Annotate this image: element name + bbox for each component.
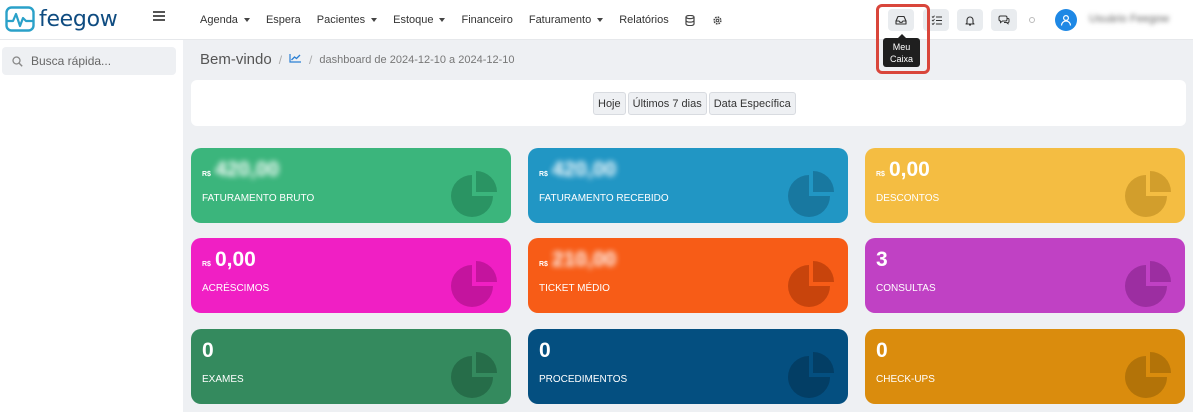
stat-value: 0: [876, 339, 888, 362]
pie-chart-icon: [1125, 261, 1171, 307]
stat-label: Ticket Médio: [539, 283, 610, 294]
stat-value: 0,00: [888, 158, 930, 181]
chart-line-icon[interactable]: [289, 53, 302, 66]
stat-label: Exames: [202, 374, 244, 385]
stat-card-ticket-medio[interactable]: R$ 210,00 Ticket Médio: [528, 238, 848, 313]
currency-symbol: R$: [539, 171, 548, 178]
nav-pacientes[interactable]: Pacientes: [317, 14, 378, 26]
chevron-down-icon: [597, 18, 604, 22]
date-filter-panel: Hoje Últimos 7 dias Data Específica: [191, 80, 1186, 126]
quick-search[interactable]: [2, 47, 176, 75]
currency-symbol: R$: [202, 171, 211, 178]
nav-faturamento[interactable]: Faturamento: [529, 14, 604, 26]
currency-symbol: R$: [539, 261, 548, 268]
breadcrumb-separator: /: [309, 52, 313, 67]
pie-chart-icon: [788, 261, 834, 307]
pie-chart-icon: [1125, 352, 1171, 398]
stat-card-exames[interactable]: 0 Exames: [191, 329, 511, 404]
pie-chart-icon: [451, 352, 497, 398]
stat-value: 420,00: [551, 158, 617, 181]
stat-value: 0: [202, 339, 214, 362]
stat-label: Faturamento Recebido: [539, 193, 669, 204]
stat-label: Acréscimos: [202, 283, 270, 294]
avatar[interactable]: [1055, 9, 1077, 31]
currency-symbol: R$: [202, 261, 211, 268]
chevron-down-icon: [371, 18, 378, 22]
stat-value: 420,00: [214, 158, 280, 181]
stat-card-consultas[interactable]: 3 Consultas: [865, 238, 1185, 313]
brand-name: feegow: [39, 6, 118, 32]
stat-label: Faturamento Bruto: [202, 193, 315, 204]
stat-label: Procedimentos: [539, 374, 628, 385]
chat-button[interactable]: [991, 9, 1017, 31]
pie-chart-icon: [451, 261, 497, 307]
stat-value: 210,00: [551, 248, 617, 271]
stat-value-row: R$ 0,00: [876, 158, 930, 182]
nav-estoque[interactable]: Estoque: [393, 14, 446, 26]
currency-symbol: R$: [876, 171, 885, 178]
stat-value: 3: [876, 248, 888, 271]
stat-value-row: 3: [876, 248, 888, 272]
date-filter-group: Hoje Últimos 7 dias Data Específica: [593, 92, 798, 115]
feegow-logo[interactable]: feegow: [5, 6, 118, 32]
page-title: Bem-vindo: [200, 51, 272, 68]
stat-card-descontos[interactable]: R$ 0,00 Descontos: [865, 148, 1185, 223]
breadcrumb-separator: /: [278, 52, 283, 67]
stat-card-faturamento-recebido[interactable]: R$ 420,00 Faturamento Recebido: [528, 148, 848, 223]
list-check-icon: [931, 15, 942, 25]
pie-chart-icon: [1125, 171, 1171, 217]
chevron-down-icon: [439, 18, 446, 22]
pie-chart-icon: [788, 352, 834, 398]
stat-value: 0: [539, 339, 551, 362]
nav-financeiro[interactable]: Financeiro: [461, 14, 512, 26]
sidebar: [0, 40, 183, 412]
nav-relatorios[interactable]: Relatórios: [619, 14, 669, 26]
filter-today-button[interactable]: Hoje: [593, 92, 626, 115]
breadcrumb: Bem-vindo / / dashboard de 2024-12-10 a …: [200, 51, 515, 68]
stat-label: Check-ups: [876, 374, 935, 385]
stat-value-row: 0: [539, 339, 551, 363]
stat-value-row: R$ 210,00: [539, 248, 616, 272]
stat-value-row: R$ 420,00: [539, 158, 616, 182]
database-icon[interactable]: [685, 14, 696, 26]
chat-icon: [998, 15, 1010, 25]
filter-specific-date-button[interactable]: Data Específica: [708, 92, 796, 115]
breadcrumb-current: dashboard de 2024-12-10 a 2024-12-10: [319, 53, 515, 66]
user-name[interactable]: Usuário Feegow: [1089, 13, 1169, 25]
nav-agenda[interactable]: Agenda: [200, 14, 250, 26]
bell-icon: [965, 16, 975, 26]
search-input[interactable]: [31, 54, 171, 68]
stat-card-faturamento-bruto[interactable]: R$ 420,00 Faturamento Bruto: [191, 148, 511, 223]
notifications-button[interactable]: [957, 9, 983, 31]
pie-chart-icon: [451, 171, 497, 217]
user-icon: [1060, 14, 1072, 26]
search-icon: [12, 55, 23, 67]
stat-value-row: 0: [202, 339, 214, 363]
stat-label: Descontos: [876, 193, 940, 204]
feegow-logo-icon: [5, 6, 35, 32]
stat-card-procedimentos[interactable]: 0 Procedimentos: [528, 329, 848, 404]
menu-toggle-icon[interactable]: [153, 11, 165, 21]
filter-last7-button[interactable]: Últimos 7 dias: [627, 92, 707, 115]
stat-value-row: R$ 420,00: [202, 158, 279, 182]
pie-chart-icon: [788, 171, 834, 217]
stat-value-row: R$ 0,00: [202, 248, 256, 272]
gear-icon[interactable]: [712, 15, 723, 26]
status-indicator: [1029, 17, 1035, 23]
tooltip-meu-caixa: Meu Caixa: [883, 34, 920, 67]
stat-card-check-ups[interactable]: 0 Check-ups: [865, 329, 1185, 404]
chevron-down-icon: [243, 18, 250, 22]
main-nav: Agenda Espera Pacientes Estoque Financei…: [200, 0, 739, 40]
nav-espera[interactable]: Espera: [266, 14, 301, 26]
stat-value: 0,00: [214, 248, 256, 271]
stat-label: Consultas: [876, 283, 936, 294]
top-navbar: feegow Agenda Espera Pacientes Estoque F…: [0, 0, 1193, 40]
stat-value-row: 0: [876, 339, 888, 363]
stat-card-acrescimos[interactable]: R$ 0,00 Acréscimos: [191, 238, 511, 313]
